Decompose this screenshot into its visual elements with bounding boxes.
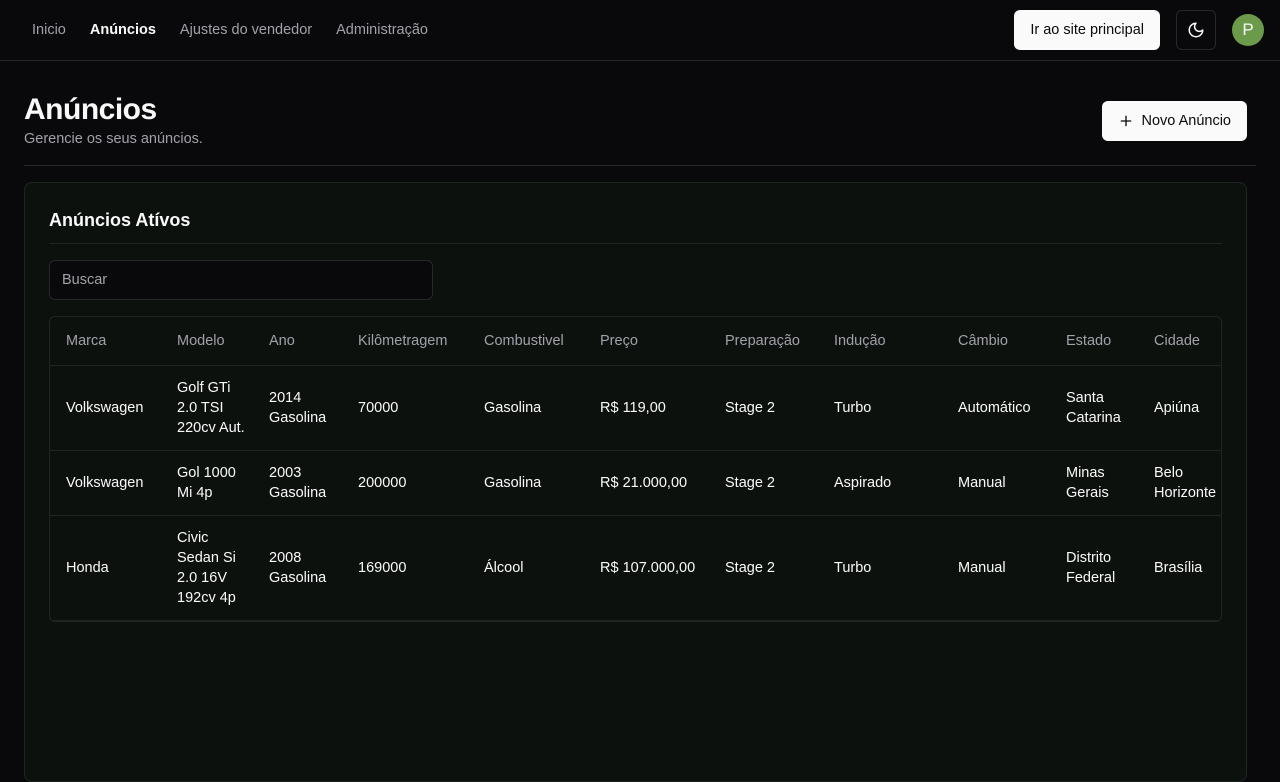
cell-inducao: Aspirado xyxy=(818,450,942,516)
cell-preparacao: Stage 2 xyxy=(709,365,818,451)
cell-preco: R$ 21.000,00 xyxy=(584,450,709,516)
cell-estado: Minas Gerais xyxy=(1050,450,1138,516)
cell-preparacao: Stage 2 xyxy=(709,450,818,516)
cell-preparacao: Stage 2 xyxy=(709,515,818,621)
ads-table-container: Marca Modelo Ano Kilômetragem Combustive… xyxy=(49,316,1222,622)
column-header-marca[interactable]: Marca xyxy=(50,317,161,366)
cell-cambio: Manual xyxy=(942,450,1050,516)
nav-administracao[interactable]: Administração xyxy=(336,22,428,38)
cell-marca: Honda xyxy=(50,515,161,621)
cell-kilometragem: 200000 xyxy=(342,450,468,516)
cell-marca: Volkswagen xyxy=(50,365,161,451)
cell-cidade: Brasília xyxy=(1138,515,1221,621)
column-header-ano[interactable]: Ano xyxy=(253,317,342,366)
cell-cambio: Manual xyxy=(942,515,1050,621)
cell-combustivel: Gasolina xyxy=(468,365,584,451)
page-header: Anúncios Gerencie os seus anúncios. Novo… xyxy=(24,61,1256,166)
cell-ano: 2008 Gasolina xyxy=(253,515,342,621)
nav-inicio[interactable]: Inicio xyxy=(32,22,66,38)
user-avatar[interactable]: P xyxy=(1232,14,1264,46)
cell-cidade: Belo Horizonte xyxy=(1138,450,1221,516)
cell-combustivel: Gasolina xyxy=(468,450,584,516)
topbar-actions: Ir ao site principal P xyxy=(1014,10,1264,50)
new-ad-button-label: Novo Anúncio xyxy=(1141,113,1231,129)
column-header-kilometragem[interactable]: Kilômetragem xyxy=(342,317,468,366)
cell-modelo: Golf GTi 2.0 TSI 220cv Aut. xyxy=(161,365,253,451)
cell-preco: R$ 119,00 xyxy=(584,365,709,451)
column-header-preco[interactable]: Preço xyxy=(584,317,709,366)
cell-inducao: Turbo xyxy=(818,365,942,451)
nav-ajustes-vendedor[interactable]: Ajustes do vendedor xyxy=(180,22,312,38)
cell-modelo: Gol 1000 Mi 4p xyxy=(161,450,253,516)
cell-ano: 2003 Gasolina xyxy=(253,450,342,516)
column-header-cidade[interactable]: Cidade xyxy=(1138,317,1221,366)
cell-cambio: Automático xyxy=(942,365,1050,451)
moon-icon xyxy=(1188,22,1204,38)
cell-combustivel: Álcool xyxy=(468,515,584,621)
column-header-preparacao[interactable]: Preparação xyxy=(709,317,818,366)
cell-cidade: Apiúna xyxy=(1138,365,1221,451)
column-header-cambio[interactable]: Câmbio xyxy=(942,317,1050,366)
theme-toggle-button[interactable] xyxy=(1176,10,1216,50)
search-input[interactable] xyxy=(49,260,433,300)
cell-estado: Santa Catarina xyxy=(1050,365,1138,451)
cell-estado: Distrito Federal xyxy=(1050,515,1138,621)
plus-icon xyxy=(1120,115,1131,127)
cell-kilometragem: 70000 xyxy=(342,365,468,451)
new-ad-button[interactable]: Novo Anúncio xyxy=(1101,101,1247,141)
cell-ano: 2014 Gasolina xyxy=(253,365,342,451)
cell-kilometragem: 169000 xyxy=(342,515,468,621)
main-site-button[interactable]: Ir ao site principal xyxy=(1014,10,1160,50)
card-title: Anúncios Atívos xyxy=(49,183,1222,244)
page-title: Anúncios xyxy=(24,93,157,126)
cell-modelo: Civic Sedan Si 2.0 16V 192cv 4p xyxy=(161,515,253,621)
table-header-row: Marca Modelo Ano Kilômetragem Combustive… xyxy=(50,317,1221,366)
active-ads-card: Anúncios Atívos Marca Modelo Ano Kilômet… xyxy=(24,182,1247,782)
table-row[interactable]: Volkswagen Gol 1000 Mi 4p 2003 Gasolina … xyxy=(50,450,1221,516)
main-nav: Inicio Anúncios Ajustes do vendedor Admi… xyxy=(32,22,428,38)
column-header-estado[interactable]: Estado xyxy=(1050,317,1138,366)
table-row[interactable]: Honda Civic Sedan Si 2.0 16V 192cv 4p 20… xyxy=(50,515,1221,621)
page-subtitle: Gerencie os seus anúncios. xyxy=(24,131,203,147)
nav-anuncios[interactable]: Anúncios xyxy=(90,22,156,38)
column-header-inducao[interactable]: Indução xyxy=(818,317,942,366)
cell-preco: R$ 107.000,00 xyxy=(584,515,709,621)
column-header-modelo[interactable]: Modelo xyxy=(161,317,253,366)
cell-inducao: Turbo xyxy=(818,515,942,621)
top-navbar: Inicio Anúncios Ajustes do vendedor Admi… xyxy=(0,0,1280,61)
column-header-combustivel[interactable]: Combustivel xyxy=(468,317,584,366)
cell-marca: Volkswagen xyxy=(50,450,161,516)
ads-table: Marca Modelo Ano Kilômetragem Combustive… xyxy=(50,317,1221,621)
table-row[interactable]: Volkswagen Golf GTi 2.0 TSI 220cv Aut. 2… xyxy=(50,365,1221,451)
